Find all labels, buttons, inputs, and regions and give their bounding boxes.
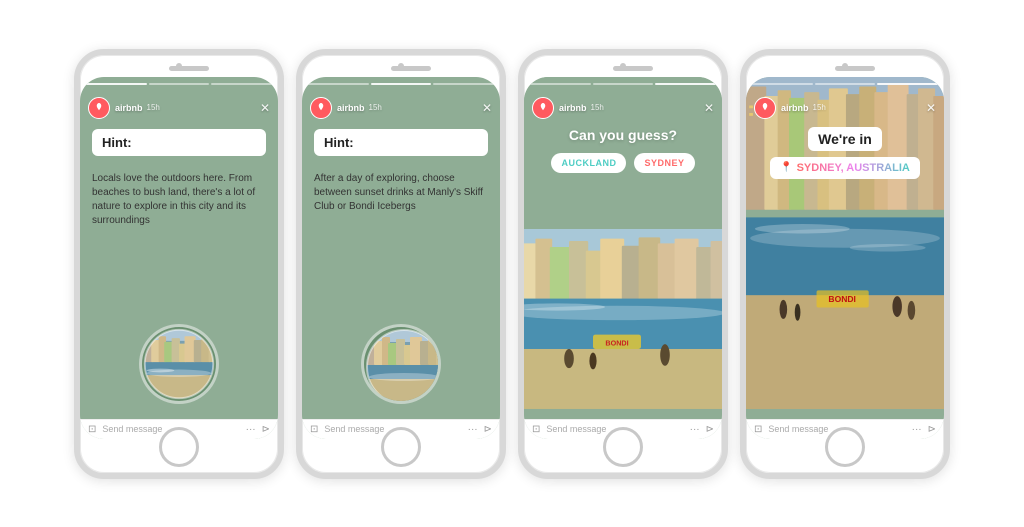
- screen-3: BONDI airbnb 15h: [524, 77, 722, 439]
- story-header-4: airbnb 15h ✕: [746, 83, 944, 123]
- phone-4: BONDI airbnb 15h: [740, 49, 950, 479]
- story-user-3: airbnb: [559, 103, 587, 113]
- phone-1: airbnb 15h ✕ Hint: Locals love the outdo…: [74, 49, 284, 479]
- bondi-circle-2: [361, 324, 441, 404]
- svg-text:BONDI: BONDI: [828, 293, 855, 303]
- story-header-2: airbnb 15h ✕: [302, 83, 500, 123]
- send-icon-3[interactable]: ⊳: [706, 424, 714, 435]
- svg-text:BONDI: BONDI: [605, 338, 628, 347]
- circle-photo-1: [92, 324, 266, 409]
- story-time-2: 15h: [369, 103, 382, 112]
- speaker-1: [169, 66, 209, 71]
- hint-card-1: Hint:: [92, 129, 266, 156]
- location-tag: 📍 SYDNEY, AUSTRALIA: [770, 157, 920, 179]
- airbnb-avatar-1: [88, 97, 110, 119]
- story-close-1[interactable]: ✕: [260, 101, 270, 115]
- story-screen-3: BONDI airbnb 15h: [524, 77, 722, 439]
- send-icon-2[interactable]: ⊳: [484, 424, 492, 435]
- story-time-4: 15h: [813, 103, 826, 112]
- hint-label-1: Hint:: [102, 135, 256, 150]
- phone-3: BONDI airbnb 15h: [518, 49, 728, 479]
- story-screen-2: airbnb 15h ✕ Hint: After a day of explor…: [302, 77, 500, 439]
- story-user-2: airbnb: [337, 103, 365, 113]
- location-text: SYDNEY, AUSTRALIA: [797, 162, 910, 174]
- story-close-2[interactable]: ✕: [482, 101, 492, 115]
- camera-icon-4[interactable]: ⊡: [754, 424, 762, 435]
- speaker-2: [391, 66, 431, 71]
- screen-2: airbnb 15h ✕ Hint: After a day of explor…: [302, 77, 500, 439]
- story-close-4[interactable]: ✕: [926, 101, 936, 115]
- guess-buttons: AUCKLAND SYDNEY: [536, 153, 710, 173]
- circle-photo-2: [314, 324, 488, 409]
- camera-icon-2[interactable]: ⊡: [310, 424, 318, 435]
- phone-2: airbnb 15h ✕ Hint: After a day of explor…: [296, 49, 506, 479]
- speaker-3: [613, 66, 653, 71]
- speaker-4: [835, 66, 875, 71]
- dots-icon-1[interactable]: ···: [246, 424, 256, 435]
- story-time-1: 15h: [147, 103, 160, 112]
- dots-icon-2[interactable]: ···: [468, 424, 478, 435]
- story-screen-1: airbnb 15h ✕ Hint: Locals love the outdo…: [80, 77, 278, 439]
- story-content-1: Hint: Locals love the outdoors here. Fro…: [80, 77, 278, 419]
- story-user-4: airbnb: [781, 103, 809, 113]
- were-in-card: We're in: [808, 127, 882, 151]
- story-content-2: Hint: After a day of exploring, choose b…: [302, 77, 500, 419]
- sydney-button[interactable]: SYDNEY: [634, 153, 694, 173]
- home-button-4[interactable]: [825, 427, 865, 467]
- story-close-3[interactable]: ✕: [704, 101, 714, 115]
- camera-icon-1[interactable]: ⊡: [88, 424, 96, 435]
- hint-text-2: After a day of exploring, choose between…: [314, 172, 488, 214]
- story-header-3: airbnb 15h ✕: [524, 83, 722, 123]
- hint-text-1: Locals love the outdoors here. From beac…: [92, 172, 266, 228]
- phones-container: airbnb 15h ✕ Hint: Locals love the outdo…: [54, 29, 970, 499]
- screen-4: BONDI airbnb 15h: [746, 77, 944, 439]
- home-button-2[interactable]: [381, 427, 421, 467]
- hint-card-2: Hint:: [314, 129, 488, 156]
- airbnb-avatar-4: [754, 97, 776, 119]
- send-icon-4[interactable]: ⊳: [928, 424, 936, 435]
- story-time-3: 15h: [591, 103, 604, 112]
- dots-icon-3[interactable]: ···: [690, 424, 700, 435]
- auckland-button[interactable]: AUCKLAND: [551, 153, 626, 173]
- guess-title: Can you guess?: [536, 127, 710, 143]
- screen-1: airbnb 15h ✕ Hint: Locals love the outdo…: [80, 77, 278, 439]
- home-button-1[interactable]: [159, 427, 199, 467]
- dots-icon-4[interactable]: ···: [912, 424, 922, 435]
- camera-icon-3[interactable]: ⊡: [532, 424, 540, 435]
- story-header-1: airbnb 15h ✕: [80, 83, 278, 123]
- airbnb-avatar-2: [310, 97, 332, 119]
- airbnb-avatar-3: [532, 97, 554, 119]
- send-icon-1[interactable]: ⊳: [262, 424, 270, 435]
- hint-label-2: Hint:: [324, 135, 478, 150]
- location-pin-icon: 📍: [780, 162, 792, 173]
- story-user-1: airbnb: [115, 103, 143, 113]
- bondi-circle-1: [139, 324, 219, 404]
- story-screen-4: BONDI airbnb 15h: [746, 77, 944, 439]
- home-button-3[interactable]: [603, 427, 643, 467]
